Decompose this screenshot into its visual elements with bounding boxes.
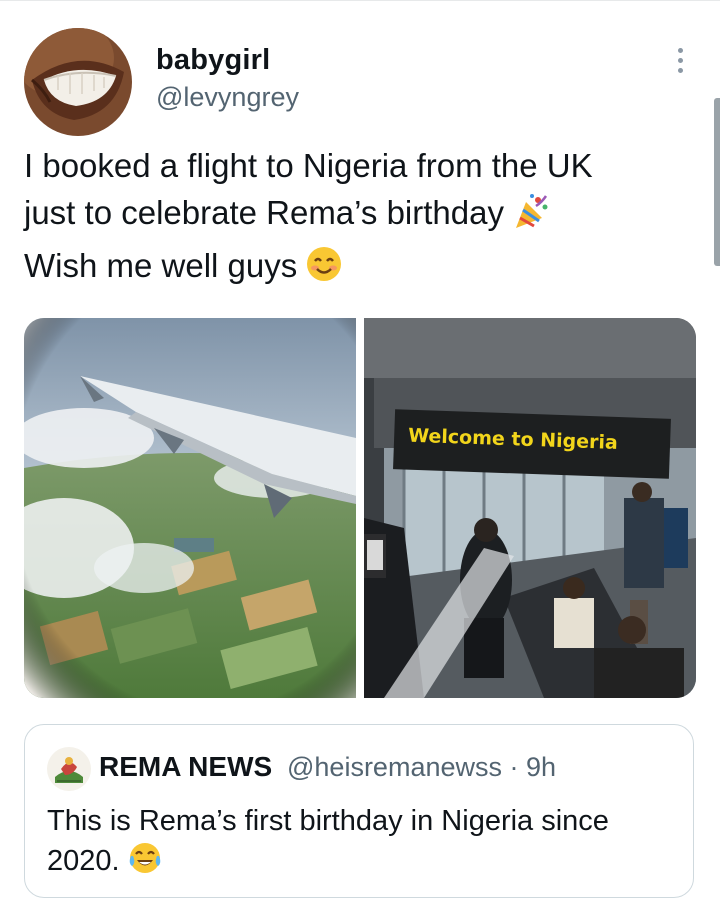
tweet-line-1: I booked a flight to Nigeria from the UK xyxy=(24,147,593,184)
quoted-tweet-text: This is Rema’s first birthday in Nigeria… xyxy=(47,801,677,886)
tweet-text: I booked a flight to Nigeria from the UK… xyxy=(24,142,684,295)
display-name[interactable]: babygirl xyxy=(156,44,270,77)
quoted-user-avatar[interactable] xyxy=(47,747,91,791)
top-divider xyxy=(0,0,720,1)
party-popper-emoji-icon xyxy=(512,192,550,242)
quoted-line-1: This is Rema’s first birthday in Nigeria… xyxy=(47,805,609,837)
quoted-display-name[interactable]: REMA NEWS xyxy=(99,751,272,783)
tweet-line-3: Wish me well guys xyxy=(24,242,684,295)
tweet-line-2: just to celebrate Rema’s birthday xyxy=(24,189,684,242)
more-options-button[interactable] xyxy=(666,40,694,80)
user-handle[interactable]: @levyngrey xyxy=(156,82,299,113)
tears-of-joy-emoji-icon xyxy=(128,841,162,886)
quoted-handle-time[interactable]: @heisremanewss · 9h xyxy=(287,752,556,783)
vertical-ellipsis-icon xyxy=(677,47,683,53)
airport-arrival-photo[interactable]: Welcome to Nigeria xyxy=(364,318,696,698)
airplane-window-view-photo[interactable] xyxy=(24,318,356,698)
quoted-line-2: 2020. xyxy=(47,841,677,886)
user-avatar[interactable] xyxy=(24,28,132,136)
smiling-face-emoji-icon xyxy=(305,245,343,295)
quoted-tweet-card[interactable]: REMA NEWS @heisremanewss · 9h This is Re… xyxy=(24,724,694,898)
scrollbar-thumb[interactable] xyxy=(714,98,720,266)
tweet-media[interactable]: Welcome to Nigeria xyxy=(24,318,696,698)
